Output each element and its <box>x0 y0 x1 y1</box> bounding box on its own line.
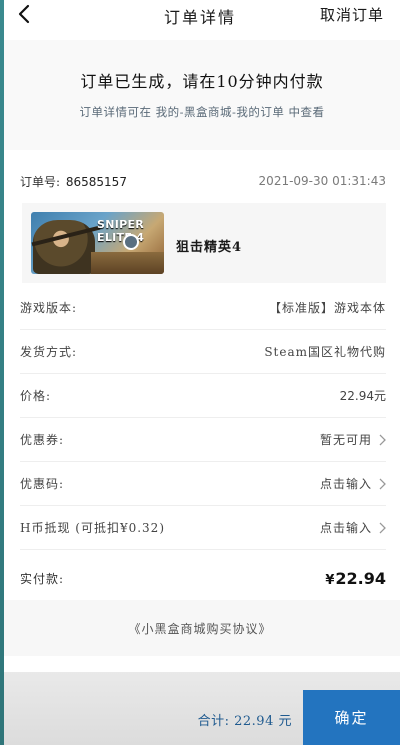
chevron-right-icon <box>379 434 386 445</box>
row-value: 点击输入 <box>319 477 372 491</box>
confirm-button[interactable]: 确定 <box>303 690 400 745</box>
row-value: 点击输入 <box>319 521 372 535</box>
currency-symbol: ¥ <box>325 572 335 588</box>
row-delivery-method: 发货方式: Steam国区礼物代购 <box>20 330 386 374</box>
row-label: H币抵现 (可抵扣¥0.32) <box>20 521 165 535</box>
row-label: 价格: <box>20 389 52 403</box>
paid-amount-value: 22.94 <box>335 568 386 588</box>
row-label: 游戏版本: <box>20 301 78 315</box>
paid-amount-row: 实付款: ¥22.94 <box>20 556 386 600</box>
navigation-bar: 订单详情 取消订单 <box>0 0 400 30</box>
row-value: Steam国区礼物代购 <box>264 345 386 359</box>
chevron-right-icon <box>379 478 386 489</box>
row-value-wrap: 点击输入 <box>320 519 386 536</box>
row-value-wrap: 暂无可用 <box>320 431 386 448</box>
row-value: 22.94元 <box>339 389 386 403</box>
notice-main-text: 订单已生成，请在10分钟内付款 <box>80 72 324 91</box>
row-value: 暂无可用 <box>319 433 372 447</box>
order-number: 86585157 <box>65 174 127 189</box>
row-game-version: 游戏版本: 【标准版】游戏本体 <box>20 286 386 330</box>
row-label: 优惠码: <box>20 477 65 491</box>
row-label: 优惠券: <box>20 433 65 447</box>
chevron-right-icon <box>379 522 386 533</box>
row-price: 价格: 22.94元 <box>20 374 386 418</box>
total-amount: 合计: 22.94 元 <box>197 714 292 729</box>
row-promo-code[interactable]: 优惠码: 点击输入 <box>20 462 386 506</box>
cancel-order-button[interactable]: 取消订单 <box>320 4 384 25</box>
order-notice: 订单已生成，请在10分钟内付款 订单详情可在 我的-黑盒商城-我的订单 中查看 <box>4 40 400 150</box>
game-cover-image: SNIPER ELITE 4 <box>31 212 164 274</box>
paid-amount: ¥22.94 <box>325 569 386 588</box>
row-coupon[interactable]: 优惠券: 暂无可用 <box>20 418 386 462</box>
row-value-wrap: 点击输入 <box>320 475 386 492</box>
notice-sub-text: 订单详情可在 我的-黑盒商城-我的订单 中查看 <box>79 105 325 119</box>
order-number-label: 订单号: <box>20 174 61 189</box>
game-name: 狙击精英4 <box>176 240 243 255</box>
order-number-row: 订单号: 86585157 2021-09-30 01:31:43 <box>20 172 386 190</box>
order-timestamp: 2021-09-30 01:31:43 <box>258 174 386 188</box>
purchase-agreement-link[interactable]: 《小黑盒商城购买协议》 <box>0 620 400 637</box>
paid-label: 实付款: <box>20 571 65 586</box>
cover-ground-shape <box>91 252 164 274</box>
row-label: 发货方式: <box>20 345 78 359</box>
row-value: 【标准版】游戏本体 <box>268 301 386 315</box>
row-hcoin-deduction[interactable]: H币抵现 (可抵扣¥0.32) 点击输入 <box>20 506 386 550</box>
cover-badge-icon <box>123 234 139 250</box>
game-card[interactable]: SNIPER ELITE 4 狙击精英4 <box>22 203 386 283</box>
